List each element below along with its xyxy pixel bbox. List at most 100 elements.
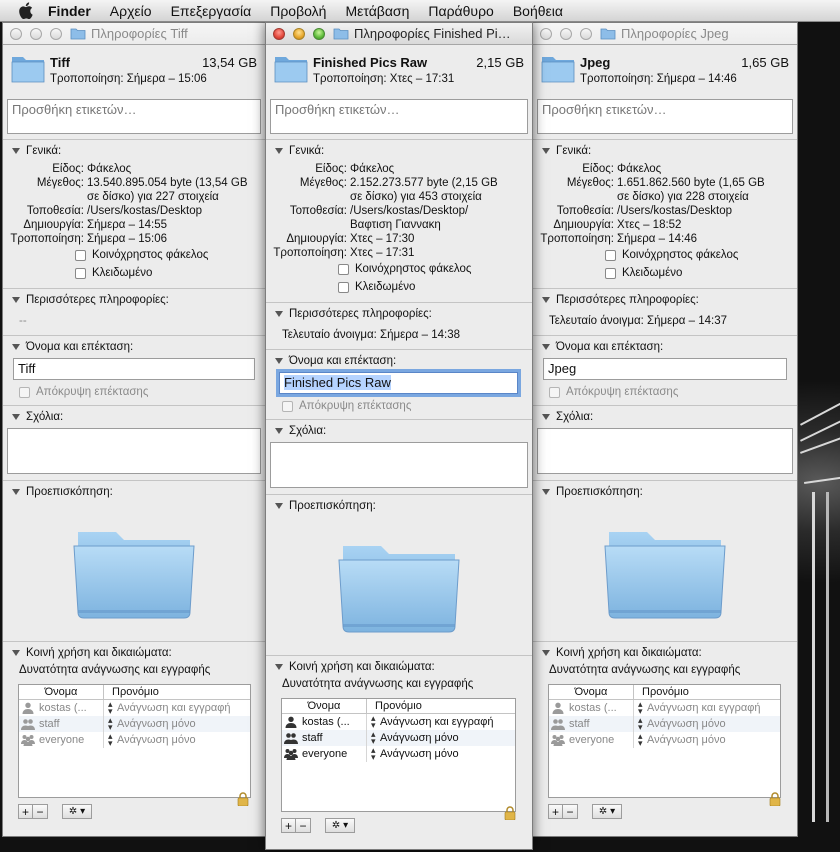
preview-header[interactable]: Προεπισκόπηση: bbox=[3, 481, 265, 503]
action-menu-button[interactable]: ✲ ▾ bbox=[62, 804, 92, 819]
sharing-header[interactable]: Κοινή χρήση και δικαιώματα: bbox=[266, 656, 532, 678]
item-modified: Τροποποίηση: Σήμερα – 15:06 bbox=[50, 73, 207, 85]
privilege-popup[interactable]: ▴ ▾ Ανάγνωση μόνο bbox=[104, 716, 196, 732]
more-info-header[interactable]: Περισσότερες πληροφορίες: bbox=[533, 289, 797, 311]
add-user-button[interactable]: + bbox=[281, 818, 296, 833]
locked-checkbox[interactable]: Κλειδωμένο bbox=[75, 264, 265, 282]
privilege-popup[interactable]: ▴ ▾ Ανάγνωση μόνο bbox=[104, 732, 196, 748]
hide-extension-checkbox[interactable]: Απόκρυψη επέκτασης bbox=[549, 383, 797, 401]
tags-field[interactable]: Προσθήκη ετικετών… bbox=[7, 99, 261, 134]
remove-user-button[interactable]: − bbox=[563, 804, 578, 819]
preview-header[interactable]: Προεπισκόπηση: bbox=[266, 495, 532, 517]
add-user-button[interactable]: + bbox=[18, 804, 33, 819]
name-field[interactable]: Tiff bbox=[13, 358, 255, 380]
general-header[interactable]: Γενικά: bbox=[3, 140, 265, 162]
table-row[interactable]: kostas (... ▴ ▾ Ανάγνωση και εγγραφή bbox=[549, 700, 780, 716]
comments-header[interactable]: Σχόλια: bbox=[266, 420, 532, 442]
table-row[interactable]: everyone ▴ ▾ Ανάγνωση μόνο bbox=[282, 746, 515, 762]
column-privilege[interactable]: Προνόμιο bbox=[104, 685, 159, 699]
minimize-button[interactable] bbox=[30, 27, 42, 40]
locked-checkbox[interactable]: Κλειδωμένο bbox=[338, 278, 532, 296]
column-name[interactable]: Όνομα bbox=[282, 699, 367, 713]
action-menu-button[interactable]: ✲ ▾ bbox=[325, 818, 355, 833]
name-field[interactable]: Jpeg bbox=[543, 358, 787, 380]
comments-field[interactable] bbox=[537, 428, 793, 474]
sharing-header[interactable]: Κοινή χρήση και δικαιώματα: bbox=[3, 642, 265, 664]
privilege-popup[interactable]: ▴ ▾ Ανάγνωση μόνο bbox=[634, 732, 726, 748]
shared-folder-checkbox[interactable]: Κοινόχρηστος φάκελος bbox=[605, 246, 797, 264]
table-row[interactable]: kostas (... ▴ ▾ Ανάγνωση και εγγραφή bbox=[19, 700, 250, 716]
menu-view[interactable]: Προβολή bbox=[270, 3, 326, 19]
menu-go[interactable]: Μετάβαση bbox=[345, 3, 409, 19]
close-button[interactable] bbox=[273, 27, 285, 40]
comments-field[interactable] bbox=[7, 428, 261, 474]
remove-user-button[interactable]: − bbox=[33, 804, 48, 819]
title-bar[interactable]: Πληροφορίες Tiff bbox=[3, 23, 265, 45]
title-bar[interactable]: Πληροφορίες Finished Pi… bbox=[266, 23, 532, 45]
add-user-button[interactable]: + bbox=[548, 804, 563, 819]
permissions-toolbar: + − ✲ ▾ bbox=[281, 818, 532, 833]
name-field[interactable]: Finished Pics Raw bbox=[279, 372, 518, 394]
more-info-header[interactable]: Περισσότερες πληροφορίες: bbox=[266, 303, 532, 325]
minimize-button[interactable] bbox=[560, 27, 572, 40]
zoom-button[interactable] bbox=[580, 27, 592, 40]
lock-icon[interactable] bbox=[237, 792, 249, 806]
menu-file[interactable]: Αρχείο bbox=[110, 3, 152, 19]
privilege-popup[interactable]: ▴ ▾ Ανάγνωση και εγγραφή bbox=[104, 700, 231, 716]
name-ext-header[interactable]: Όνομα και επέκταση: bbox=[533, 336, 797, 358]
privilege-popup[interactable]: ▴ ▾ Ανάγνωση μόνο bbox=[367, 746, 459, 762]
table-row[interactable]: staff ▴ ▾ Ανάγνωση μόνο bbox=[549, 716, 780, 732]
more-info-header[interactable]: Περισσότερες πληροφορίες: bbox=[3, 289, 265, 311]
name-ext-header[interactable]: Όνομα και επέκταση: bbox=[3, 336, 265, 358]
privilege-popup[interactable]: ▴ ▾ Ανάγνωση μόνο bbox=[367, 730, 459, 746]
group-icon bbox=[21, 719, 35, 730]
remove-user-button[interactable]: − bbox=[296, 818, 311, 833]
tags-field[interactable]: Προσθήκη ετικετών… bbox=[270, 99, 528, 134]
privilege-popup[interactable]: ▴ ▾ Ανάγνωση και εγγραφή bbox=[634, 700, 761, 716]
lock-icon[interactable] bbox=[769, 792, 781, 806]
menu-help[interactable]: Βοήθεια bbox=[513, 3, 563, 19]
comments-header[interactable]: Σχόλια: bbox=[533, 406, 797, 428]
general-header[interactable]: Γενικά: bbox=[266, 140, 532, 162]
title-bar[interactable]: Πληροφορίες Jpeg bbox=[533, 23, 797, 45]
zoom-button[interactable] bbox=[313, 27, 325, 40]
menu-window[interactable]: Παράθυρο bbox=[428, 3, 493, 19]
menu-finder[interactable]: Finder bbox=[48, 3, 91, 19]
preview-header[interactable]: Προεπισκόπηση: bbox=[533, 481, 797, 503]
action-menu-button[interactable]: ✲ ▾ bbox=[592, 804, 622, 819]
user-name: everyone bbox=[569, 734, 615, 746]
user-name: everyone bbox=[302, 748, 348, 760]
user-name: staff bbox=[39, 718, 60, 730]
privilege-popup[interactable]: ▴ ▾ Ανάγνωση μόνο bbox=[634, 716, 726, 732]
column-name[interactable]: Όνομα bbox=[19, 685, 104, 699]
general-header[interactable]: Γενικά: bbox=[533, 140, 797, 162]
hide-extension-checkbox[interactable]: Απόκρυψη επέκτασης bbox=[282, 397, 532, 415]
shared-folder-checkbox[interactable]: Κοινόχρηστος φάκελος bbox=[338, 260, 532, 278]
sharing-header[interactable]: Κοινή χρήση και δικαιώματα: bbox=[533, 642, 797, 664]
close-button[interactable] bbox=[10, 27, 22, 40]
table-row[interactable]: staff ▴ ▾ Ανάγνωση μόνο bbox=[19, 716, 250, 732]
table-row[interactable]: kostas (... ▴ ▾ Ανάγνωση και εγγραφή bbox=[282, 714, 515, 730]
table-row[interactable]: staff ▴ ▾ Ανάγνωση μόνο bbox=[282, 730, 515, 746]
tags-field[interactable]: Προσθήκη ετικετών… bbox=[537, 99, 793, 134]
hide-extension-checkbox[interactable]: Απόκρυψη επέκτασης bbox=[19, 383, 265, 401]
shared-folder-checkbox[interactable]: Κοινόχρηστος φάκελος bbox=[75, 246, 265, 264]
disclosure-triangle-icon bbox=[275, 428, 283, 434]
close-button[interactable] bbox=[540, 27, 552, 40]
minimize-button[interactable] bbox=[293, 27, 305, 40]
name-ext-header[interactable]: Όνομα και επέκταση: bbox=[266, 350, 532, 372]
privilege-popup[interactable]: ▴ ▾ Ανάγνωση και εγγραφή bbox=[367, 714, 494, 730]
locked-checkbox[interactable]: Κλειδωμένο bbox=[605, 264, 797, 282]
privilege-value: Ανάγνωση και εγγραφή bbox=[380, 716, 494, 728]
menu-edit[interactable]: Επεξεργασία bbox=[171, 3, 252, 19]
column-name[interactable]: Όνομα bbox=[549, 685, 634, 699]
comments-field[interactable] bbox=[270, 442, 528, 488]
apple-icon[interactable] bbox=[14, 0, 36, 22]
table-row[interactable]: everyone ▴ ▾ Ανάγνωση μόνο bbox=[19, 732, 250, 748]
zoom-button[interactable] bbox=[50, 27, 62, 40]
table-row[interactable]: everyone ▴ ▾ Ανάγνωση μόνο bbox=[549, 732, 780, 748]
lock-icon[interactable] bbox=[504, 806, 516, 820]
column-privilege[interactable]: Προνόμιο bbox=[367, 699, 422, 713]
comments-header[interactable]: Σχόλια: bbox=[3, 406, 265, 428]
column-privilege[interactable]: Προνόμιο bbox=[634, 685, 689, 699]
